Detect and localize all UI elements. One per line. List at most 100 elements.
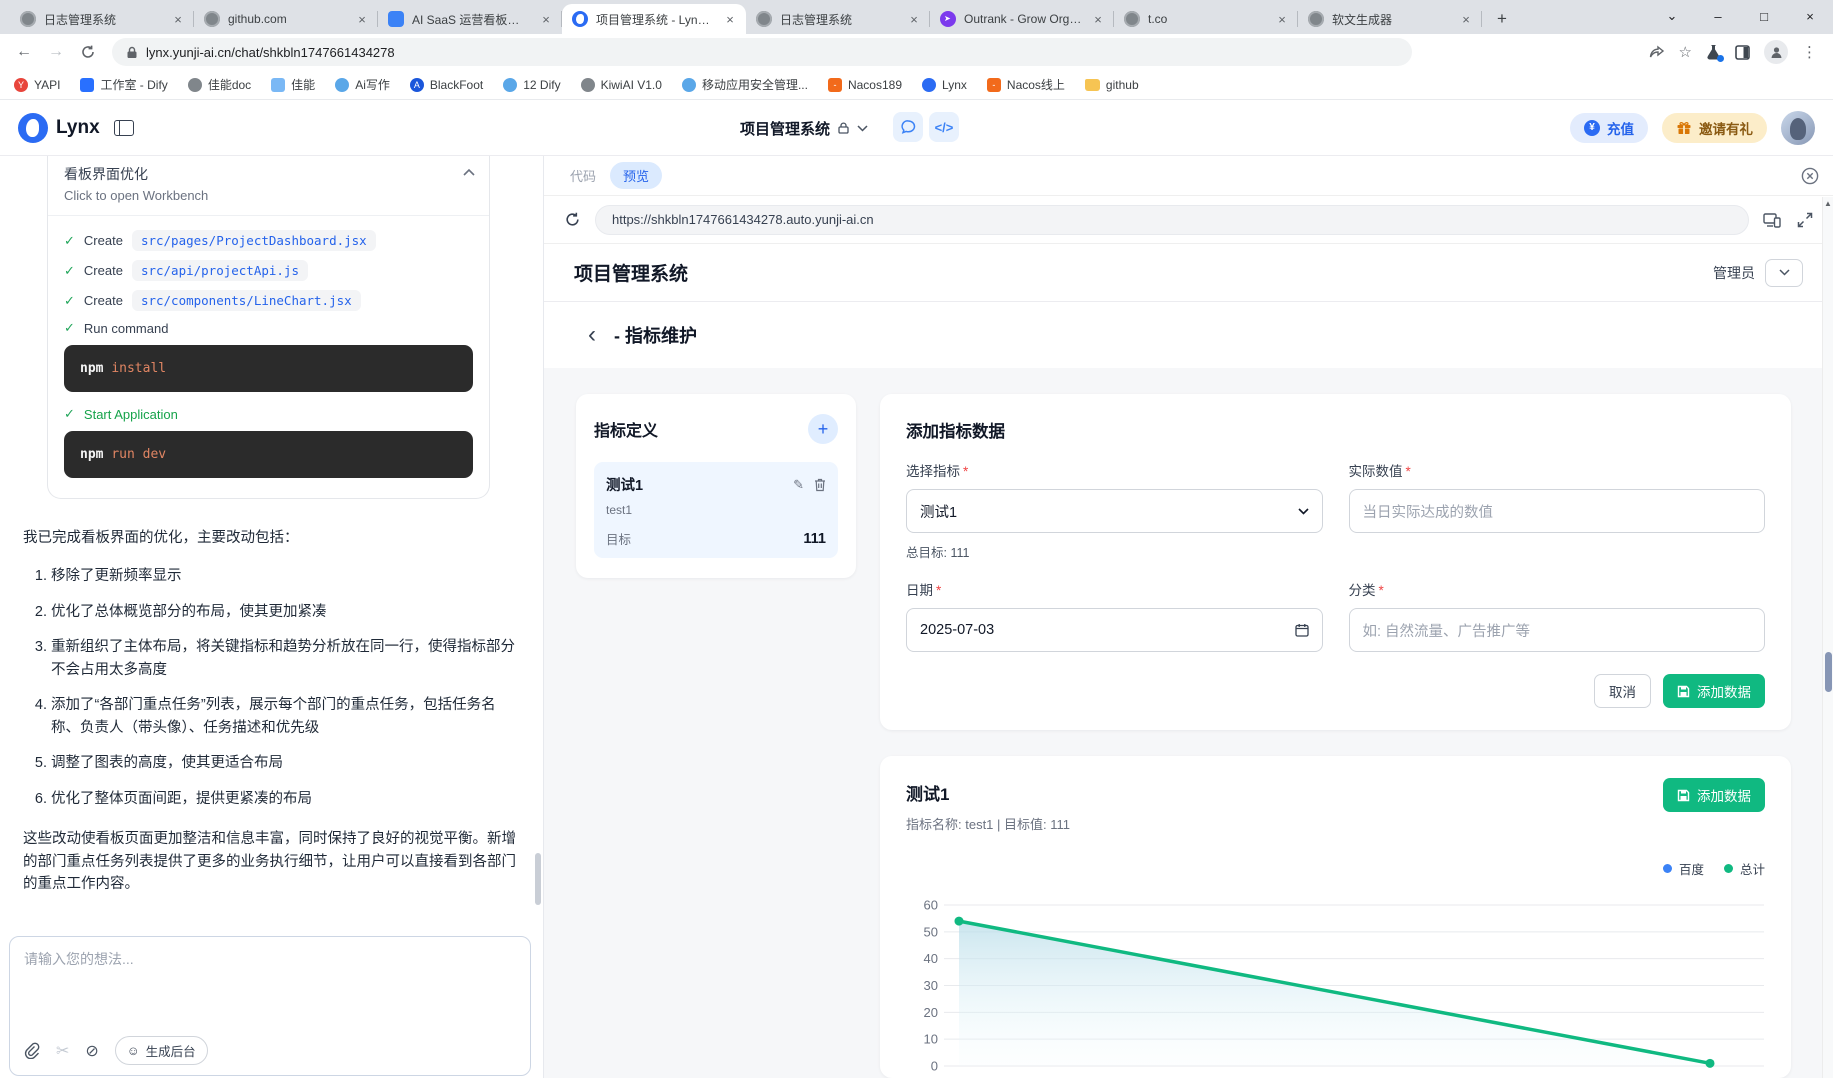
generate-backend-button[interactable]: ☺ 生成后台 [115, 1036, 208, 1065]
chat-bubble-icon[interactable] [893, 112, 923, 142]
bookmark-item[interactable]: KiwiAI V1.0 [581, 78, 662, 92]
responsive-devices-icon[interactable] [1763, 212, 1781, 228]
file-path-chip[interactable]: src/pages/ProjectDashboard.jsx [132, 230, 376, 251]
side-panel-icon[interactable] [1735, 45, 1750, 60]
forward-button[interactable]: → [42, 38, 70, 66]
bookmark-item[interactable]: Y YAPI [14, 78, 60, 92]
bookmark-item[interactable]: A BlackFoot [410, 78, 483, 92]
tab-close-icon[interactable]: × [538, 12, 554, 27]
fullscreen-icon[interactable] [1797, 212, 1813, 228]
bookmark-item[interactable]: github [1085, 78, 1139, 92]
tab-close-icon[interactable]: × [1090, 12, 1106, 27]
workbench-card[interactable]: 看板界面优化 Click to open Workbench ✓ Create … [47, 156, 490, 499]
browser-menu-icon[interactable]: ⋮ [1802, 43, 1817, 61]
admin-dropdown-button[interactable] [1765, 259, 1803, 287]
edit-pencil-icon[interactable]: ✎ [793, 477, 804, 493]
browser-tab[interactable]: t.co × [1114, 4, 1298, 34]
chat-scrollbar-thumb[interactable] [535, 853, 541, 905]
tab-search-chevron-icon[interactable]: ⌄ [1649, 0, 1695, 32]
window-maximize-button[interactable]: □ [1741, 0, 1787, 32]
tab-close-icon[interactable]: × [1274, 12, 1290, 27]
tab-close-icon[interactable]: × [1458, 12, 1474, 27]
profile-avatar[interactable] [1764, 40, 1788, 64]
tab-preview[interactable]: 预览 [610, 162, 662, 189]
invite-button[interactable]: 邀请有礼 [1662, 113, 1767, 143]
collapse-chevron-icon[interactable] [463, 168, 475, 176]
tab-close-icon[interactable]: × [354, 12, 370, 27]
preview-scrollbar[interactable]: ▲ [1822, 197, 1833, 1078]
add-metric-button[interactable]: + [808, 414, 838, 444]
category-input[interactable]: 如: 自然流量、广告推广等 [1349, 608, 1766, 652]
bookmark-item[interactable]: - Nacos189 [828, 78, 902, 92]
actual-value-input[interactable]: 当日实际达成的数值 [1349, 489, 1766, 533]
browser-tab[interactable]: 日志管理系统 × [746, 4, 930, 34]
browser-tab[interactable]: 日志管理系统 × [10, 4, 194, 34]
window-minimize-button[interactable]: – [1695, 0, 1741, 32]
bookmark-item[interactable]: 佳能 [271, 76, 315, 93]
browser-tab[interactable]: AI SaaS 运营看板系统 × [378, 4, 562, 34]
legend-item[interactable]: 总计 [1724, 859, 1765, 878]
scroll-up-arrow-icon[interactable]: ▲ [1823, 197, 1833, 208]
attach-icon[interactable] [24, 1042, 40, 1059]
tab-favicon-icon [20, 11, 36, 27]
bookmark-favicon-icon [682, 78, 696, 92]
file-path-chip[interactable]: src/api/projectApi.js [132, 260, 308, 281]
date-input[interactable]: 2025-07-03 [906, 608, 1323, 652]
back-button[interactable]: ← [10, 38, 38, 66]
page-title-row: ‹ - 指标维护 [544, 302, 1833, 368]
metric-select[interactable]: 测试1 [906, 489, 1323, 533]
submit-add-data-button[interactable]: 添加数据 [1663, 674, 1765, 708]
code-block-npm-install: npm install [64, 345, 473, 392]
workbench-header[interactable]: 看板界面优化 Click to open Workbench [48, 156, 489, 216]
recharge-button[interactable]: ¥ 充值 [1570, 113, 1648, 143]
reload-button[interactable] [74, 38, 102, 66]
tab-close-icon[interactable]: × [906, 12, 922, 27]
new-tab-button[interactable]: + [1488, 5, 1516, 33]
svg-text:20: 20 [924, 1005, 938, 1020]
extension-flask-icon[interactable] [1706, 44, 1721, 60]
bookmark-item[interactable]: Lynx [922, 78, 967, 92]
tab-close-icon[interactable]: × [170, 12, 186, 27]
metric-definition-item[interactable]: 测试1 ✎ test1 目标 [594, 462, 838, 558]
preview-url-field[interactable]: https://shkbln1747661434278.auto.yunji-a… [595, 205, 1749, 235]
chat-input-box[interactable]: ✂ ⊘ ☺ 生成后台 [9, 936, 531, 1076]
close-preview-icon[interactable] [1801, 167, 1819, 185]
bookmark-item[interactable]: - Nacos线上 [987, 76, 1065, 93]
cancel-button[interactable]: 取消 [1594, 674, 1651, 708]
preview-scrollbar-thumb[interactable] [1825, 652, 1832, 692]
bookmark-item[interactable]: 移动应用安全管理... [682, 76, 808, 93]
bookmark-item[interactable]: 12 Dify [503, 78, 560, 92]
start-application-row[interactable]: ✓ Start Application [64, 406, 473, 422]
code-icon[interactable]: </> [929, 112, 959, 142]
sidebar-toggle-icon[interactable] [114, 120, 134, 136]
browser-tab[interactable]: github.com × [194, 4, 378, 34]
browser-window: 日志管理系统 × github.com × AI SaaS 运营看板系统 × 项… [0, 0, 1833, 1078]
legend-item[interactable]: 百度 [1663, 859, 1704, 878]
change-list-item: 重新组织了主体布局，将关键指标和趋势分析放在同一行，使得指标部分不会占用太多高度 [51, 636, 519, 681]
prohibit-icon[interactable]: ⊘ [85, 1041, 98, 1061]
back-chevron-icon[interactable]: ‹ [588, 321, 596, 349]
browser-tab[interactable]: Outrank - Grow Organ × [930, 4, 1114, 34]
file-path-chip[interactable]: src/components/LineChart.jsx [132, 290, 361, 311]
browser-tab[interactable]: 项目管理系统 - Lynx-智能 × [562, 4, 746, 34]
window-close-button[interactable]: × [1787, 0, 1833, 32]
project-title-group[interactable]: 项目管理系统 [740, 100, 868, 156]
bookmark-item[interactable]: Ai写作 [335, 76, 390, 93]
bookmark-item[interactable]: 佳能doc [188, 76, 251, 93]
tab-code[interactable]: 代码 [570, 166, 596, 185]
chart-add-data-button[interactable]: 添加数据 [1663, 778, 1765, 812]
reload-icon [80, 44, 96, 60]
admin-menu[interactable]: 管理员 [1713, 259, 1803, 287]
scissors-icon[interactable]: ✂ [56, 1041, 69, 1061]
idea-input[interactable] [24, 951, 516, 967]
user-avatar[interactable] [1781, 111, 1815, 145]
share-icon[interactable] [1649, 45, 1665, 60]
tab-close-icon[interactable]: × [722, 12, 738, 27]
browser-tab[interactable]: 软文生成器 × [1298, 4, 1482, 34]
bookmark-item[interactable]: 工作室 - Dify [80, 76, 167, 93]
address-bar[interactable]: lynx.yunji-ai.cn/chat/shkbln174766143427… [112, 38, 1412, 66]
delete-trash-icon[interactable] [814, 478, 826, 492]
app-brand[interactable]: Lynx [18, 113, 100, 143]
preview-reload-icon[interactable] [564, 211, 581, 228]
bookmark-star-icon[interactable]: ☆ [1679, 43, 1692, 61]
